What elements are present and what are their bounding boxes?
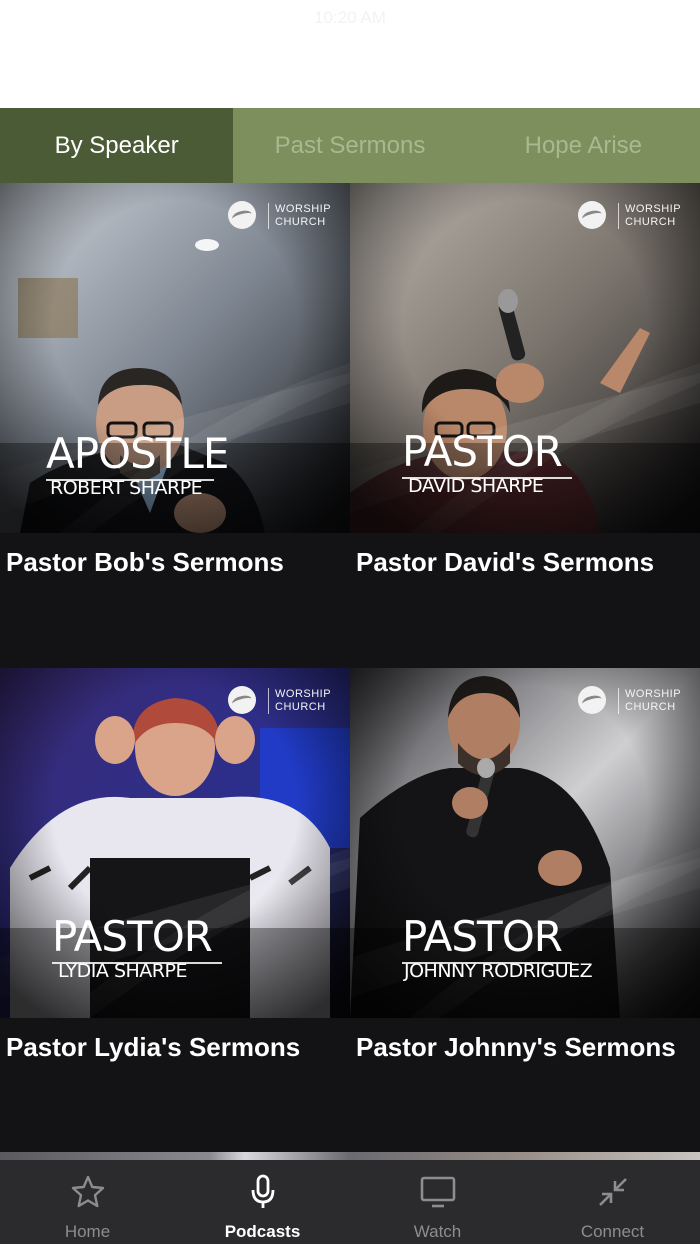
bottom-tab-bar: Home Podcasts Watch Connect xyxy=(0,1160,700,1244)
tab-by-speaker[interactable]: By Speaker xyxy=(0,108,234,183)
church-logo-icon xyxy=(578,686,606,714)
speaker-artwork: WORSHIP CHURCH PASTOR LYDIA SHARPE xyxy=(0,668,350,1018)
card-title: Pastor Lydia's Sermons xyxy=(6,1032,301,1062)
church-logo-text: WORSHIP CHURCH xyxy=(268,688,331,714)
sermon-card-johnny[interactable]: WORSHIP CHURCH PASTOR JOHNNY RODRIGUEZ Pa… xyxy=(350,668,700,1153)
nav-label: Connect xyxy=(580,1222,645,1241)
segmented-tabs: By Speaker Past Sermons Hope Arise xyxy=(0,108,700,183)
speaker-name: DAVID SHARPE xyxy=(408,475,544,497)
nav-home[interactable]: Home xyxy=(0,1160,175,1244)
status-bar: 10:20 AM xyxy=(0,0,700,108)
star-icon xyxy=(71,1175,104,1208)
speaker-role: PASTOR xyxy=(402,427,563,476)
nav-label: Podcasts xyxy=(224,1222,301,1241)
speaker-role: PASTOR xyxy=(52,912,213,961)
collapse-arrows-icon xyxy=(598,1178,627,1206)
sermon-card-david[interactable]: WORSHIP CHURCH PASTOR DAVID SHARPE Pastor… xyxy=(350,183,700,668)
nav-podcasts[interactable]: Podcasts xyxy=(175,1160,350,1244)
tab-hope-arise[interactable]: Hope Arise xyxy=(467,108,700,183)
church-logo-icon xyxy=(228,686,256,714)
microphone-icon xyxy=(251,1174,274,1208)
speaker-name: JOHNNY RODRIGUEZ xyxy=(404,960,593,982)
monitor-icon xyxy=(420,1176,455,1208)
speaker-role: PASTOR xyxy=(402,912,563,961)
nav-watch[interactable]: Watch xyxy=(350,1160,525,1244)
church-logo-text: WORSHIP CHURCH xyxy=(618,203,681,229)
nav-label: Home xyxy=(64,1222,111,1241)
status-time: 10:20 AM xyxy=(314,8,386,27)
church-logo-icon xyxy=(228,201,256,229)
church-logo-text: WORSHIP CHURCH xyxy=(268,203,331,229)
sermon-grid: WORSHIP CHURCH APOSTLE ROBERT SHARPE Past… xyxy=(0,183,700,1160)
speaker-artwork: WORSHIP CHURCH PASTOR DAVID SHARPE xyxy=(350,183,700,533)
speaker-name: ROBERT SHARPE xyxy=(50,477,203,499)
church-logo-text: WORSHIP CHURCH xyxy=(618,688,681,714)
tab-past-sermons[interactable]: Past Sermons xyxy=(233,108,466,183)
speaker-name: LYDIA SHARPE xyxy=(58,960,187,982)
sermon-card-bob[interactable]: WORSHIP CHURCH APOSTLE ROBERT SHARPE Past… xyxy=(0,183,350,668)
speaker-artwork: WORSHIP CHURCH APOSTLE ROBERT SHARPE xyxy=(0,183,350,533)
nav-label: Watch xyxy=(413,1222,462,1241)
nav-connect[interactable]: Connect xyxy=(525,1160,700,1244)
card-title: Pastor Johnny's Sermons xyxy=(356,1032,676,1062)
sermon-card-lydia[interactable]: WORSHIP CHURCH PASTOR LYDIA SHARPE Pastor… xyxy=(0,668,350,1153)
next-row-peek xyxy=(0,1152,700,1160)
card-title: Pastor David's Sermons xyxy=(356,547,655,577)
speaker-role: APOSTLE xyxy=(46,429,229,478)
card-title: Pastor Bob's Sermons xyxy=(6,547,284,577)
speaker-artwork: WORSHIP CHURCH PASTOR JOHNNY RODRIGUEZ xyxy=(350,668,700,1018)
church-logo-icon xyxy=(578,201,606,229)
